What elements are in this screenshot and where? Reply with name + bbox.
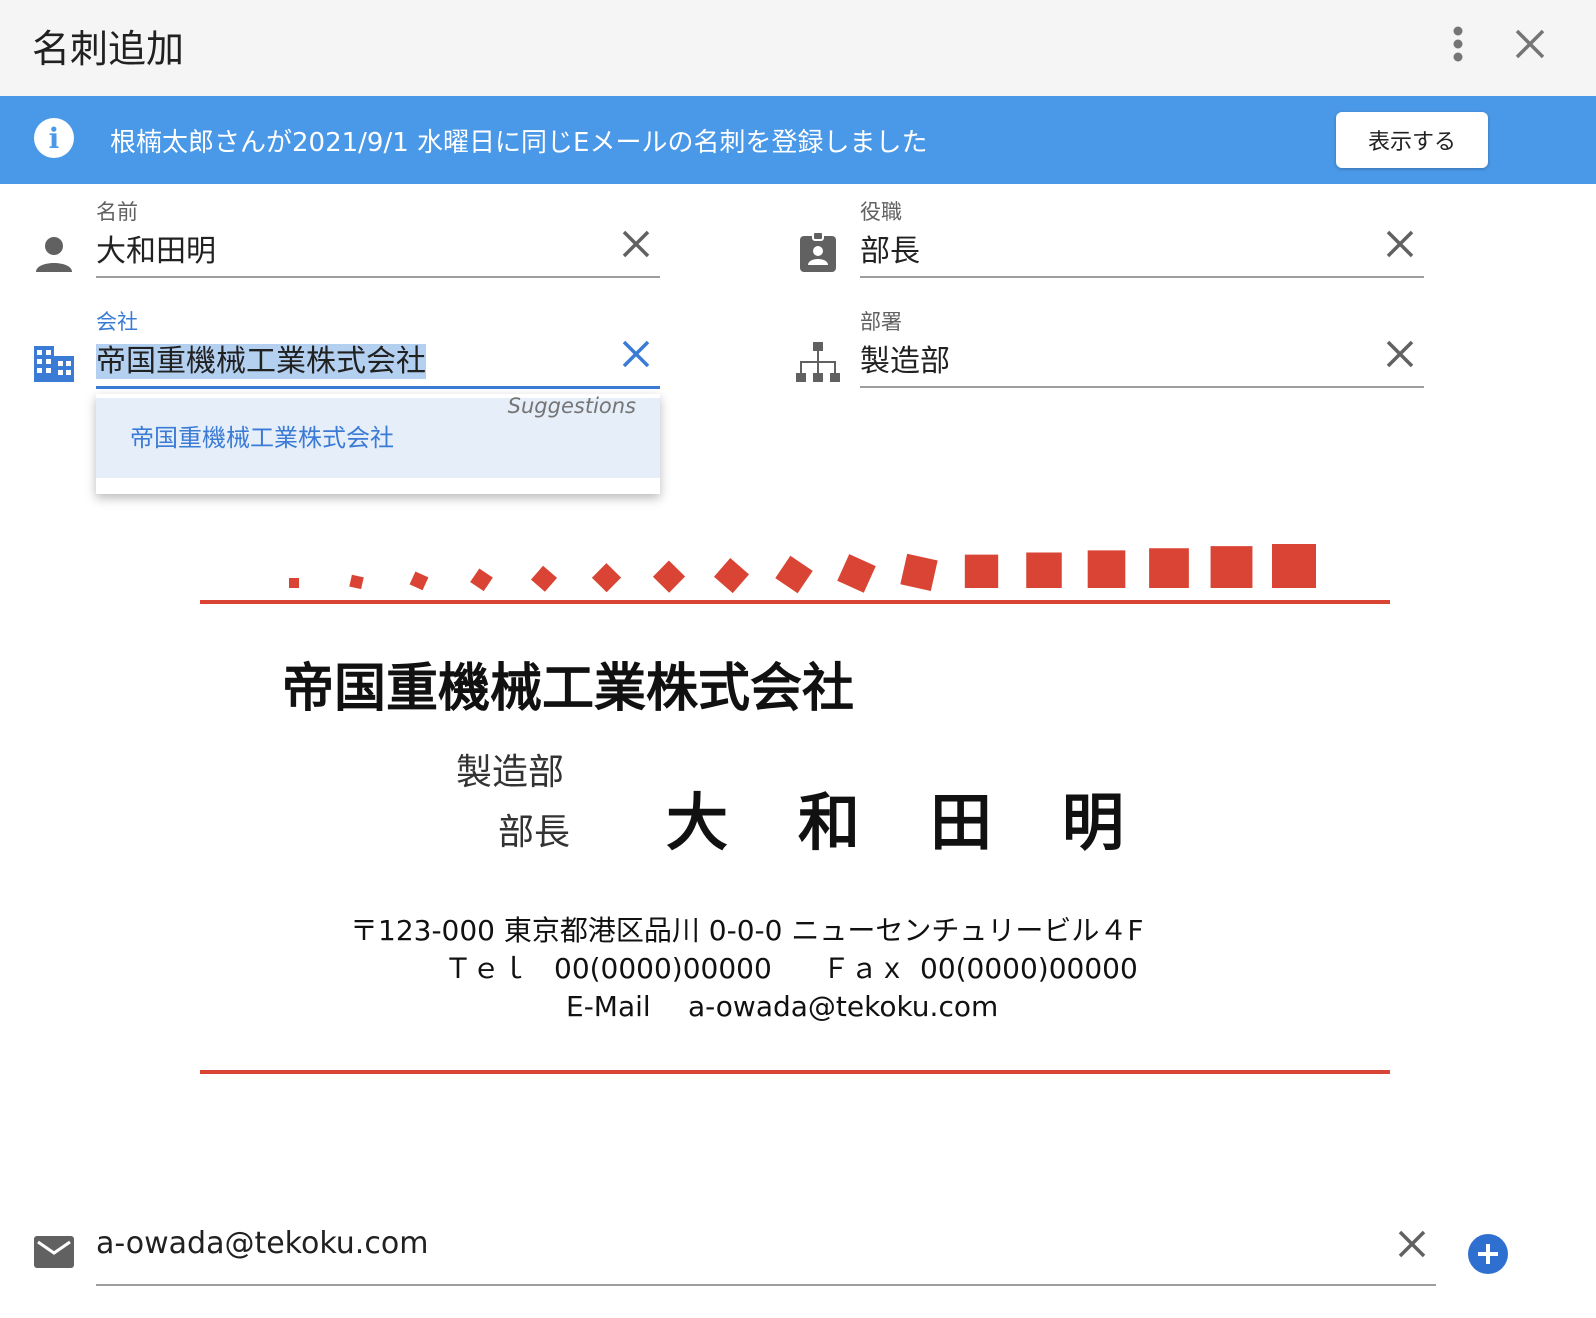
card-email: a-owada@tekoku.com [688,990,998,1023]
card-decoration-square [900,553,938,592]
clear-department-button[interactable] [1380,334,1420,374]
banner-message: 根楠太郎さんが2021/9/1 水曜日に同じEメールの名刺を登録しました [110,128,928,158]
card-decoration-square [470,568,493,592]
title-input[interactable]: 部長 [860,226,920,270]
card-name-char: 田 [930,786,992,859]
card-decoration-square [1272,544,1316,588]
dialog-header: 名刺追加 [0,0,1596,96]
card-decoration-square [1149,548,1189,588]
company-underline [96,386,660,389]
plus-icon [1478,1244,1498,1264]
card-decoration-square [591,563,622,593]
card-company: 帝国重機械工業株式会社 [282,659,854,719]
show-button[interactable]: 表示する [1336,112,1488,168]
card-decoration [289,544,1316,594]
card-fax-label: Ｆａｘ [822,952,906,985]
title-label: 役職 [860,200,902,224]
suggestions-dropdown: 帝国重機械工業株式会社 Suggestions [96,394,660,494]
name-input[interactable]: 大和田明 [96,226,216,270]
company-input-selected-text: 帝国重機械工業株式会社 [96,344,426,379]
email-underline [96,1284,1436,1286]
add-email-button[interactable] [1468,1234,1508,1274]
company-input[interactable]: 帝国重機械工業株式会社 [96,336,426,380]
card-address: 〒123-000 東京都港区品川 0-0-0 ニューセンチュリービル４F [350,914,1143,947]
clear-name-button[interactable] [616,224,656,264]
person-icon [32,232,76,276]
department-label: 部署 [860,310,902,334]
card-bottom-rule [200,1070,1390,1074]
card-top-rule [200,600,1390,604]
card-position: 部長 [498,812,570,853]
card-tel: 00(0000)00000 [554,952,772,985]
clear-email-button[interactable] [1392,1224,1432,1264]
card-decoration-square [713,558,750,594]
suggestions-header: Suggestions [507,394,636,418]
card-decoration-square [652,560,686,593]
card-department: 製造部 [456,752,564,793]
building-icon [32,342,76,386]
badge-icon [796,230,840,274]
card-email-label: E-Mail [566,990,651,1023]
card-decoration-square [1087,550,1126,588]
more-options-icon[interactable] [1434,20,1482,68]
mail-icon [32,1230,76,1274]
card-decoration-square [837,554,876,593]
email-input[interactable]: a-owada@tekoku.com [96,1226,1436,1261]
card-name-char: 和 [798,786,860,859]
clear-title-button[interactable] [1380,224,1420,264]
org-chart-icon [794,340,840,384]
card-name-char: 大 [666,786,728,859]
card-tel-label: Ｔｅｌ [444,952,528,985]
close-dialog-button[interactable] [1506,20,1554,68]
card-fax: 00(0000)00000 [920,952,1138,985]
department-input[interactable]: 製造部 [860,336,950,380]
card-decoration-square [349,574,364,590]
name-label: 名前 [96,200,138,224]
business-card-image: 帝国重機械工業株式会社 製造部 部長 大 和 田 明 〒123-000 東京都港… [200,544,1390,1074]
name-underline [96,276,660,278]
duplicate-notice-banner: i 根楠太郎さんが2021/9/1 水曜日に同じEメールの名刺を登録しました 表… [0,96,1596,184]
title-underline [860,276,1424,278]
card-decoration-square [530,565,558,592]
card-decoration-square [1026,552,1062,588]
info-icon: i [34,118,74,158]
card-decoration-square [775,555,813,594]
company-label: 会社 [96,310,138,334]
dialog-title: 名刺追加 [32,27,185,71]
clear-company-button[interactable] [616,334,656,374]
card-name-char: 明 [1062,786,1124,859]
email-field[interactable]: a-owada@tekoku.com [96,1224,1436,1286]
department-underline [860,386,1424,388]
card-decoration-square [964,554,999,588]
card-decoration-square [289,578,299,588]
card-decoration-square [1210,546,1253,588]
card-decoration-square [409,571,429,591]
